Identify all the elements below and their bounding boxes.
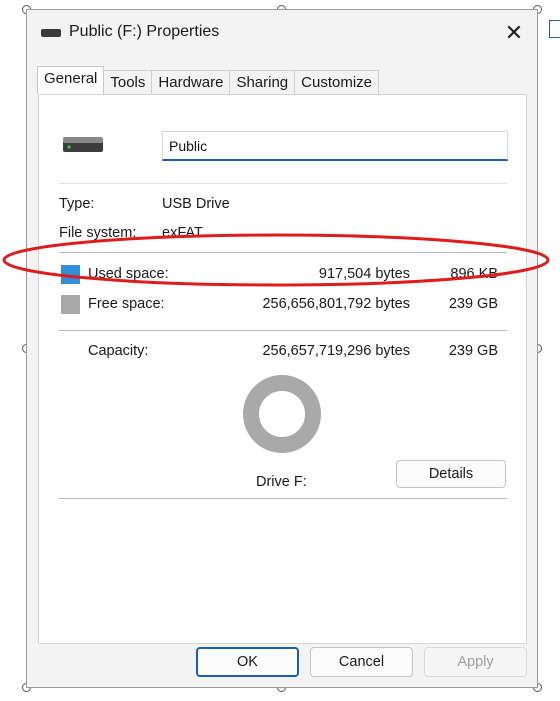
divider (59, 252, 507, 253)
used-space-swatch (61, 265, 80, 284)
usage-donut-chart (243, 375, 321, 453)
filesystem-value: exFAT (162, 225, 203, 241)
drive-name-input[interactable] (162, 131, 508, 161)
cancel-button[interactable]: Cancel (310, 647, 413, 677)
ok-button[interactable]: OK (196, 647, 299, 677)
filesystem-label: File system: (59, 225, 137, 241)
capacity-size: 239 GB (448, 343, 498, 359)
drive-icon (41, 29, 61, 37)
tab-general[interactable]: General (37, 66, 105, 94)
type-value: USB Drive (162, 196, 230, 212)
free-space-size: 239 GB (448, 296, 498, 312)
divider (59, 330, 507, 331)
details-button-label: Details (428, 466, 474, 482)
capacity-label: Capacity: (88, 343, 149, 359)
usb-drive-icon (63, 137, 103, 152)
used-space-size: 896 KB (450, 266, 498, 282)
drive-caption: Drive F: (256, 474, 307, 490)
adjacent-window-edge (549, 20, 560, 38)
tab-sharing[interactable]: Sharing (229, 70, 296, 94)
used-space-bytes: 917,504 bytes (318, 266, 410, 282)
free-space-swatch (61, 295, 80, 314)
details-button[interactable]: Details (396, 460, 506, 488)
divider (59, 498, 507, 499)
apply-button[interactable]: Apply (424, 647, 527, 677)
tab-hardware[interactable]: Hardware (151, 70, 231, 94)
window-title: Public (F:) Properties (69, 23, 220, 40)
divider (59, 183, 507, 184)
free-space-label: Free space: (88, 296, 165, 312)
used-space-label: Used space: (88, 266, 169, 282)
general-tab-panel: Type: USB Drive File system: exFAT Used … (38, 94, 527, 644)
free-space-ring (243, 375, 321, 453)
capacity-bytes: 256,657,719,296 bytes (262, 343, 410, 359)
tab-customize[interactable]: Customize (294, 70, 379, 94)
properties-dialog: Public (F:) Properties ✕ General Tools H… (26, 9, 538, 688)
title-bar: Public (F:) Properties ✕ (27, 10, 537, 56)
type-label: Type: (59, 196, 95, 212)
close-icon[interactable]: ✕ (499, 18, 529, 48)
tab-tools[interactable]: Tools (103, 70, 153, 94)
free-space-bytes: 256,656,801,792 bytes (262, 296, 410, 312)
tab-strip: General Tools Hardware Sharing Customize (37, 66, 379, 94)
